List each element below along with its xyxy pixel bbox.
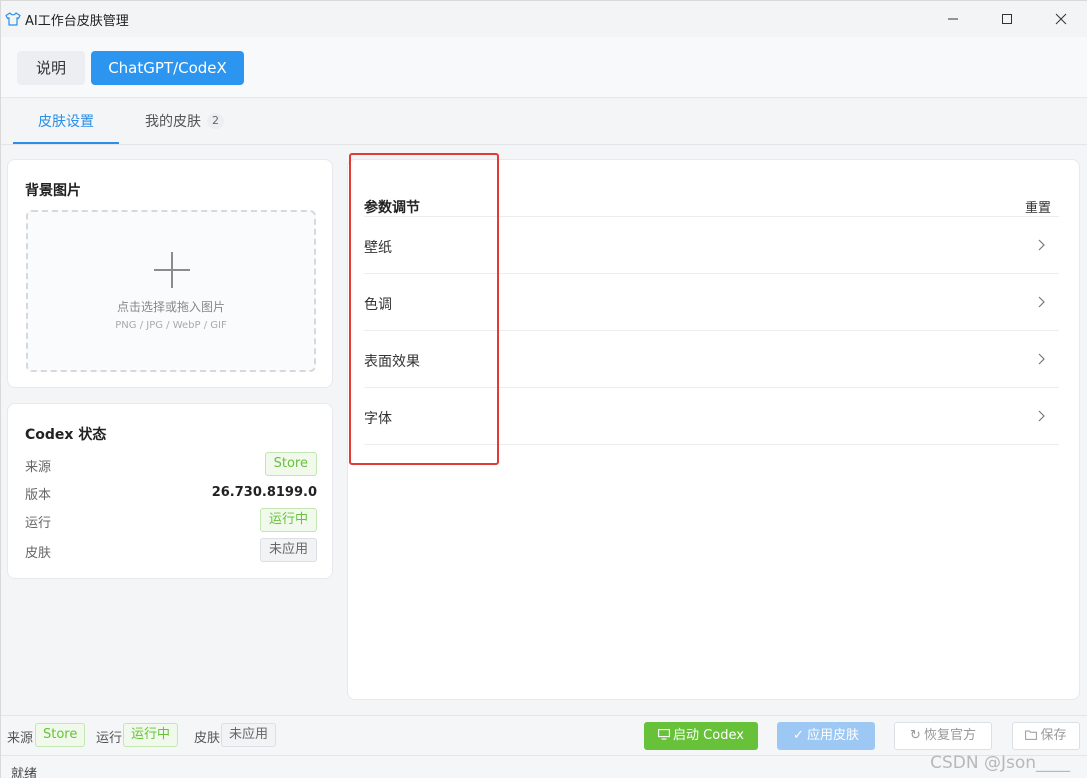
bottom-source-tag: Store — [35, 723, 86, 747]
codex-status-card: Codex 状态 来源 Store 版本 26.730.8199.0 运行 运行… — [7, 403, 333, 579]
status-line: 就绪 CSDN @Json____ — [1, 753, 1087, 778]
tab-skin-settings-label: 皮肤设置 — [38, 114, 94, 130]
param-item-label: 壁纸 — [364, 240, 392, 256]
save-button[interactable]: 保存 — [1012, 722, 1080, 750]
app-window: AI工作台皮肤管理 说明 ChatGPT/CodeX 皮肤设置 我的皮肤2 背 — [0, 0, 1087, 778]
monitor-icon — [658, 729, 670, 740]
close-icon — [1055, 13, 1067, 25]
status-label: 来源 — [25, 460, 52, 475]
reset-button[interactable]: 重置 — [1025, 197, 1051, 216]
dropzone-text: 点击选择或拖入图片 — [116, 300, 225, 314]
image-dropzone[interactable]: 点击选择或拖入图片 PNG / JPG / WebP / GIF — [26, 210, 316, 372]
restore-official-button[interactable]: ↻ 恢复官方 — [894, 722, 992, 750]
parameter-card: 参数调节 重置 壁纸 色调 表面效果 字体 — [347, 159, 1080, 700]
dropzone-formats: PNG / JPG / WebP / GIF — [115, 320, 227, 331]
tab-instructions[interactable]: 说明 — [17, 51, 85, 85]
bottom-run-tag: 运行中 — [123, 723, 179, 747]
top-tab-strip: 说明 ChatGPT/CodeX — [1, 37, 1087, 98]
status-row-skin: 皮肤 未应用 — [25, 538, 317, 562]
status-running-tag: 运行中 — [259, 508, 317, 532]
apply-skin-label: 应用皮肤 — [806, 728, 859, 743]
param-item-label: 字体 — [364, 411, 392, 427]
chevron-right-icon — [1038, 410, 1045, 422]
apply-skin-button[interactable]: ✓ 应用皮肤 — [777, 722, 875, 750]
minimize-button[interactable] — [926, 1, 980, 37]
refresh-icon: ↻ — [910, 728, 921, 743]
main-content: 背景图片 点击选择或拖入图片 PNG / JPG / WebP / GIF Co… — [1, 145, 1087, 715]
tab-skin-settings[interactable]: 皮肤设置 — [13, 98, 119, 144]
status-row-source: 来源 Store — [25, 452, 317, 476]
param-item-font[interactable]: 字体 — [364, 387, 1059, 444]
tab-chatgpt-codex[interactable]: ChatGPT/CodeX — [91, 51, 244, 85]
status-label: 皮肤 — [25, 546, 52, 561]
window-controls — [926, 1, 1087, 37]
param-item-surface-effect[interactable]: 表面效果 — [364, 330, 1059, 387]
bottom-source-label: 来源 — [7, 731, 34, 746]
bottom-skin-tag: 未应用 — [221, 723, 277, 747]
bottom-toolbar: 来源 Store 运行 运行中 皮肤 未应用 启动 Codex ✓ 应用皮肤 ↻ 恢… — [1, 715, 1087, 755]
status-version-value: 26.730.8199.0 — [211, 485, 317, 500]
param-item-wallpaper[interactable]: 壁纸 — [364, 216, 1059, 273]
watermark: CSDN @Json____ — [930, 753, 1070, 773]
parameter-title: 参数调节 — [364, 200, 420, 216]
tab-my-skins-label: 我的皮肤 — [145, 114, 201, 130]
maximize-icon — [1002, 14, 1012, 24]
window-title: AI工作台皮肤管理 — [25, 13, 129, 29]
param-item-tone[interactable]: 色调 — [364, 273, 1059, 330]
plus-icon — [154, 252, 190, 288]
tab-my-skins[interactable]: 我的皮肤 2 — [145, 98, 224, 144]
close-button[interactable] — [1034, 1, 1087, 37]
ready-status: 就绪 — [11, 767, 38, 778]
chevron-right-icon — [1038, 353, 1045, 365]
launch-codex-label: 启动 Codex — [673, 728, 744, 743]
codex-status-title: Codex 状态 — [25, 427, 107, 443]
maximize-button[interactable] — [980, 1, 1034, 37]
chevron-right-icon — [1038, 239, 1045, 251]
launch-codex-button[interactable]: 启动 Codex — [644, 722, 758, 750]
status-row-running: 运行 运行中 — [25, 508, 317, 532]
bottom-skin-label: 皮肤 — [194, 731, 221, 746]
status-skin-tag: 未应用 — [259, 538, 317, 562]
divider — [364, 444, 1059, 445]
check-icon: ✓ — [793, 728, 804, 743]
background-image-card: 背景图片 点击选择或拖入图片 PNG / JPG / WebP / GIF — [7, 159, 333, 388]
param-item-label: 表面效果 — [364, 354, 420, 370]
tshirt-icon — [5, 12, 21, 26]
my-skins-count-badge: 2 — [207, 113, 224, 129]
save-label: 保存 — [1040, 728, 1067, 743]
bottom-run-label: 运行 — [96, 731, 123, 746]
status-label: 运行 — [25, 516, 52, 531]
sub-tab-strip: 皮肤设置 我的皮肤 2 — [1, 98, 1087, 145]
param-item-label: 色调 — [364, 297, 392, 313]
title-bar: AI工作台皮肤管理 — [1, 1, 1087, 37]
status-source-tag: Store — [264, 452, 317, 476]
status-label: 版本 — [25, 488, 52, 503]
restore-official-label: 恢复官方 — [923, 728, 976, 743]
background-image-title: 背景图片 — [25, 183, 81, 199]
minimize-icon — [948, 18, 958, 20]
chevron-right-icon — [1038, 296, 1045, 308]
status-row-version: 版本 26.730.8199.0 — [25, 480, 317, 504]
folder-icon — [1025, 730, 1038, 740]
